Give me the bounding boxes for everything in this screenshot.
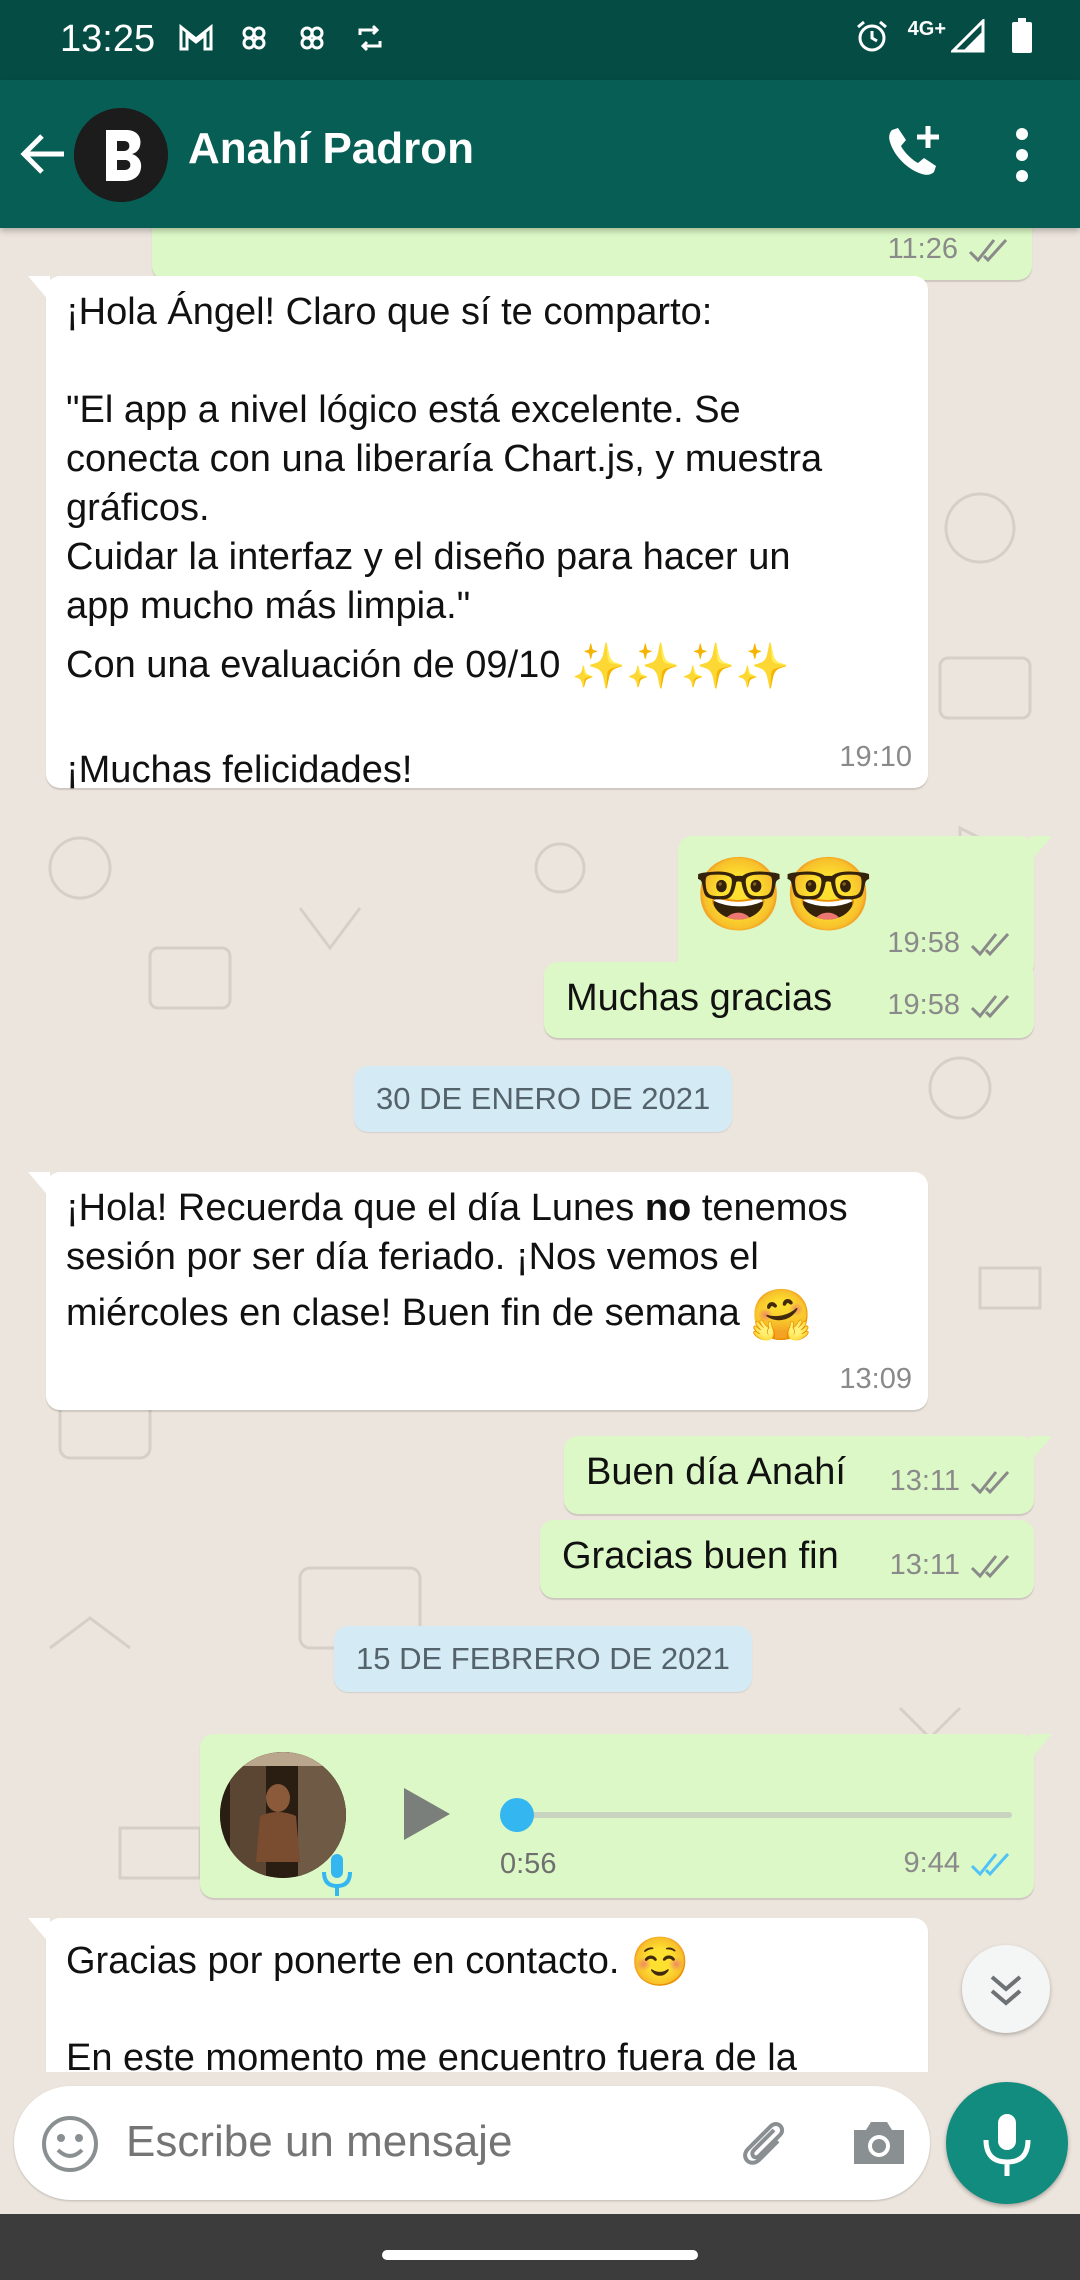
sync-icon bbox=[352, 20, 388, 56]
message-bubble-incoming[interactable]: Gracias por ponerte en contacto. ☺️ En e… bbox=[28, 1918, 928, 2072]
double-check-read-icon bbox=[970, 1852, 1010, 1876]
status-bar: 13:25 4G+ bbox=[0, 0, 1080, 80]
b-logo-icon bbox=[74, 108, 168, 202]
sparkles-emoji: ✨✨✨✨ bbox=[570, 641, 791, 691]
chat-header: Anahí Padron bbox=[0, 80, 1080, 228]
message-time: 19:58 bbox=[887, 927, 960, 959]
contact-avatar[interactable] bbox=[74, 108, 168, 202]
more-vert-icon[interactable] bbox=[1000, 122, 1044, 188]
message-time: 11:26 bbox=[887, 233, 958, 265]
message-bubble-outgoing[interactable]: Gracias buen fin 13:11 bbox=[540, 1520, 1034, 1598]
message-line: En este momento me encuentro fuera de la bbox=[66, 2036, 797, 2072]
double-check-icon bbox=[970, 1554, 1010, 1578]
home-gesture-handle[interactable] bbox=[382, 2250, 698, 2260]
message-bubble-incoming[interactable]: ¡Hola! Recuerda que el día Lunes no tene… bbox=[28, 1172, 928, 1410]
message-bubble-outgoing[interactable]: 🤓🤓 19:58 bbox=[678, 836, 1052, 978]
date-separator: 15 DE FEBRERO DE 2021 bbox=[334, 1626, 752, 1692]
double-check-icon bbox=[970, 1470, 1010, 1494]
message-line: conecta con una liberaría Chart.js, y mu… bbox=[66, 438, 823, 480]
message-line: gráficos. bbox=[66, 487, 210, 529]
message-line: sesión por ser día feriado. ¡Nos vemos e… bbox=[66, 1236, 759, 1278]
notification-icons bbox=[178, 20, 388, 56]
message-composer bbox=[14, 2086, 930, 2200]
contact-name[interactable]: Anahí Padron bbox=[188, 124, 474, 174]
add-call-icon[interactable] bbox=[878, 118, 948, 188]
message-line: Con una evaluación de 09/10 bbox=[66, 644, 561, 686]
hugging-face-emoji: 🤗 bbox=[750, 1286, 813, 1343]
message-bubble-outgoing[interactable]: Buen día Anahí 13:11 bbox=[564, 1436, 1052, 1514]
message-text: Buen día Anahí bbox=[586, 1451, 846, 1493]
microphone-icon bbox=[983, 2114, 1031, 2176]
audio-progress-thumb[interactable] bbox=[500, 1798, 534, 1832]
back-arrow-icon[interactable] bbox=[14, 124, 74, 184]
message-time: 13:11 bbox=[889, 1549, 960, 1581]
alarm-icon bbox=[854, 18, 890, 54]
message-text: Gracias buen fin bbox=[562, 1535, 839, 1577]
message-time: 13:09 bbox=[839, 1363, 912, 1395]
message-meta: 19:58 bbox=[887, 981, 1014, 1030]
message-line: Cuidar la interfaz y el diseño para hace… bbox=[66, 536, 791, 578]
message-text: Muchas gracias bbox=[566, 977, 833, 1019]
message-bold-text: no bbox=[644, 1187, 692, 1229]
scroll-to-bottom-button[interactable] bbox=[962, 1945, 1050, 2033]
emoji-icon[interactable] bbox=[40, 2114, 100, 2174]
attach-icon[interactable] bbox=[734, 2112, 796, 2174]
message-meta: 11:26 bbox=[888, 228, 1012, 274]
voice-duration: 0:56 bbox=[500, 1848, 557, 1880]
nerd-face-emoji: 🤓🤓 bbox=[694, 855, 874, 935]
battery-icon bbox=[1004, 18, 1040, 54]
signal-icon bbox=[950, 18, 986, 54]
message-meta: 13:09 bbox=[839, 1355, 912, 1404]
message-bubble-incoming[interactable]: ¡Hola Ángel! Claro que sí te comparto: "… bbox=[28, 276, 928, 791]
audio-progress-track[interactable] bbox=[500, 1798, 1012, 1832]
pinwheel-icon bbox=[236, 20, 272, 56]
message-line: Gracias por ponerte en contacto. bbox=[66, 1940, 620, 1982]
message-line: ¡Hola Ángel! Claro que sí te comparto: bbox=[66, 291, 713, 333]
message-meta: 9:44 bbox=[904, 1839, 1014, 1888]
message-meta: 19:10 bbox=[839, 733, 912, 782]
status-time: 13:25 bbox=[60, 18, 156, 60]
network-type: 4G+ bbox=[907, 17, 946, 40]
message-bubble-outgoing[interactable]: 11:26 bbox=[152, 228, 1032, 280]
pinwheel-icon bbox=[294, 20, 330, 56]
system-nav-bar bbox=[0, 2214, 1080, 2280]
message-line: "El app a nivel lógico está excelente. S… bbox=[66, 389, 741, 431]
message-line: app mucho más limpia." bbox=[66, 585, 471, 627]
message-line: ¡Muchas felicidades! bbox=[66, 748, 413, 791]
message-time: 13:11 bbox=[889, 1465, 960, 1497]
camera-icon[interactable] bbox=[848, 2114, 910, 2172]
smiling-face-emoji: ☺️ bbox=[630, 1935, 690, 1989]
message-time: 19:10 bbox=[839, 741, 912, 773]
voice-record-button[interactable] bbox=[946, 2082, 1068, 2204]
gmail-icon bbox=[178, 20, 214, 56]
chat-scroll-area[interactable]: 11:26 ¡Hola Ángel! Claro que sí te compa… bbox=[0, 228, 1080, 2072]
double-check-icon bbox=[970, 994, 1010, 1018]
double-check-icon bbox=[968, 238, 1008, 262]
play-icon[interactable] bbox=[396, 1784, 456, 1844]
date-separator: 30 DE ENERO DE 2021 bbox=[354, 1066, 733, 1132]
message-meta: 13:11 bbox=[890, 1457, 1014, 1506]
system-icons: 4G+ bbox=[854, 18, 1040, 54]
message-text: ¡Hola! Recuerda que el día Lunes bbox=[66, 1187, 645, 1229]
double-chevron-down-icon bbox=[990, 1975, 1022, 2006]
message-text: tenemos bbox=[691, 1187, 848, 1229]
message-bubble-outgoing[interactable]: Muchas gracias 19:58 bbox=[544, 962, 1034, 1038]
message-input[interactable] bbox=[126, 2112, 706, 2172]
double-check-icon bbox=[970, 932, 1010, 956]
message-time: 9:44 bbox=[903, 1847, 960, 1879]
message-meta: 13:11 bbox=[890, 1541, 1014, 1590]
voice-message-bubble[interactable]: 0:56 9:44 bbox=[200, 1734, 1052, 1898]
message-time: 19:58 bbox=[887, 989, 960, 1021]
message-meta: 19:58 bbox=[887, 919, 1014, 968]
microphone-icon bbox=[318, 1852, 356, 1898]
message-line: miércoles en clase! Buen fin de semana bbox=[66, 1292, 740, 1334]
